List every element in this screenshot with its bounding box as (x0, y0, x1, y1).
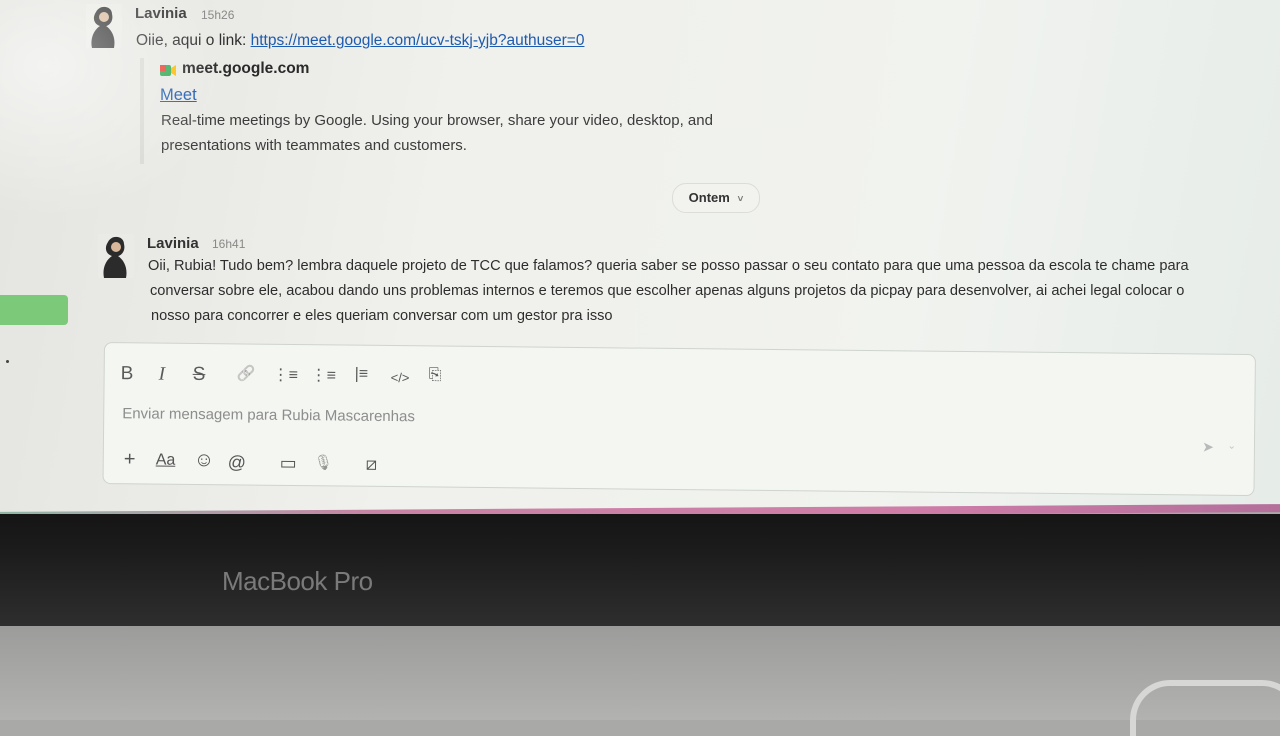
message-time[interactable]: 15h26 (201, 8, 234, 22)
preview-site-label: meet.google.com (182, 60, 310, 77)
laptop-body (0, 626, 1280, 720)
video-icon[interactable]: ▭ (280, 453, 297, 474)
meet-link[interactable]: https://meet.google.com/ucv-tskj-yjb?aut… (251, 32, 585, 49)
shortcut-icon[interactable]: ⧄ (366, 454, 378, 475)
preview-site: meet.google.com (160, 60, 309, 78)
laptop-hinge (1130, 680, 1280, 736)
message-line: Oii, Rubia! Tudo bem? lembra daquele pro… (148, 258, 1189, 274)
message-text: Oiie, aqui o link: https://meet.google.c… (136, 28, 584, 53)
preview-title[interactable]: Meet (160, 86, 197, 105)
bullet-list-icon[interactable]: ⋮≡ (311, 365, 337, 385)
link-icon[interactable]: 🔗 (237, 364, 256, 382)
strikethrough-button[interactable]: S (193, 364, 206, 386)
message-time[interactable]: 16h41 (212, 237, 245, 251)
format-icon[interactable]: Aa (156, 452, 176, 470)
code-icon[interactable]: </> (391, 370, 410, 385)
screen: Lavinia 15h26 Oiie, aqui o link: https:/… (0, 0, 1280, 512)
message-input[interactable]: Enviar mensagem para Rubia Mascarenhas (122, 405, 415, 425)
message-composer[interactable]: B I S 🔗 ⋮≡ ⋮≡ |≡ </> ⎘ Enviar mensagem p… (102, 342, 1256, 497)
avatar[interactable] (98, 234, 134, 278)
sidebar-dot (6, 360, 9, 363)
microphone-icon[interactable]: 🎙 (314, 453, 333, 471)
link-preview: meet.google.com Meet Real-time meetings … (140, 58, 784, 164)
preview-desc-line: presentations with teammates and custome… (161, 137, 467, 154)
sender-name[interactable]: Lavinia (147, 235, 199, 252)
plus-icon[interactable]: + (124, 448, 136, 471)
sidebar-active-indicator[interactable] (0, 295, 68, 325)
date-divider[interactable]: Ontem ˅ (672, 183, 760, 213)
message-text-prefix: Oiie, aqui o link: (136, 32, 251, 49)
blockquote-icon[interactable]: |≡ (355, 366, 369, 384)
date-divider-label: Ontem (688, 190, 730, 205)
italic-button[interactable]: I (159, 364, 166, 386)
sender-name[interactable]: Lavinia (135, 5, 187, 22)
laptop-bezel: MacBook Pro (0, 514, 1280, 626)
preview-description: Real-time meetings by Google. Using your… (161, 108, 713, 158)
message-text: Oii, Rubia! Tudo bem? lembra daquele pro… (148, 254, 1189, 329)
chevron-down-icon: ˅ (737, 194, 744, 205)
bold-button[interactable]: B (121, 363, 134, 385)
message-line: nosso para concorrer e eles queriam conv… (151, 308, 613, 324)
message-line: conversar sobre ele, acabou dando uns pr… (150, 283, 1185, 299)
ordered-list-icon[interactable]: ⋮≡ (273, 365, 299, 385)
code-block-icon[interactable]: ⎘ (429, 366, 442, 384)
chevron-down-icon[interactable]: ⌄ (1228, 441, 1237, 452)
preview-desc-line: Real-time meetings by Google. Using your… (161, 112, 713, 129)
device-label: MacBook Pro (222, 566, 373, 596)
emoji-icon[interactable]: ☺ (194, 449, 215, 472)
meet-icon (160, 63, 176, 77)
mention-icon[interactable]: @ (228, 452, 246, 473)
avatar[interactable] (86, 4, 122, 49)
send-icon[interactable]: ➤ (1202, 439, 1214, 456)
